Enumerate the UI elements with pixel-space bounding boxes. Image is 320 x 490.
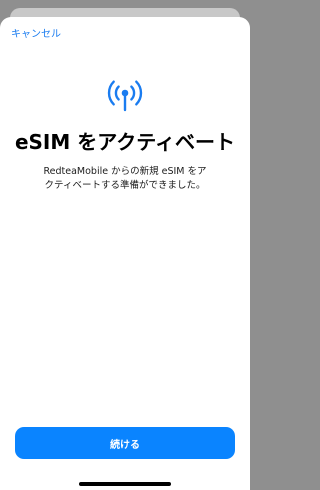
continue-button[interactable]: 続ける [15,427,235,459]
cancel-button[interactable]: キャンセル [11,29,61,41]
antenna-radiowaves-icon [107,80,143,112]
description-line: RedteaMobile からの新規 eSIM をア [43,166,207,177]
page-title: eSIM をアクティベート [14,130,236,154]
home-indicator [79,482,171,486]
description-line: クティベートする準備ができました。 [44,180,206,191]
activation-sheet: キャンセル eSIM をアクティベート RedteaMobile からの新規 e… [0,17,250,490]
description-text: RedteaMobile からの新規 eSIM をア クティベートする準備ができ… [0,165,250,193]
